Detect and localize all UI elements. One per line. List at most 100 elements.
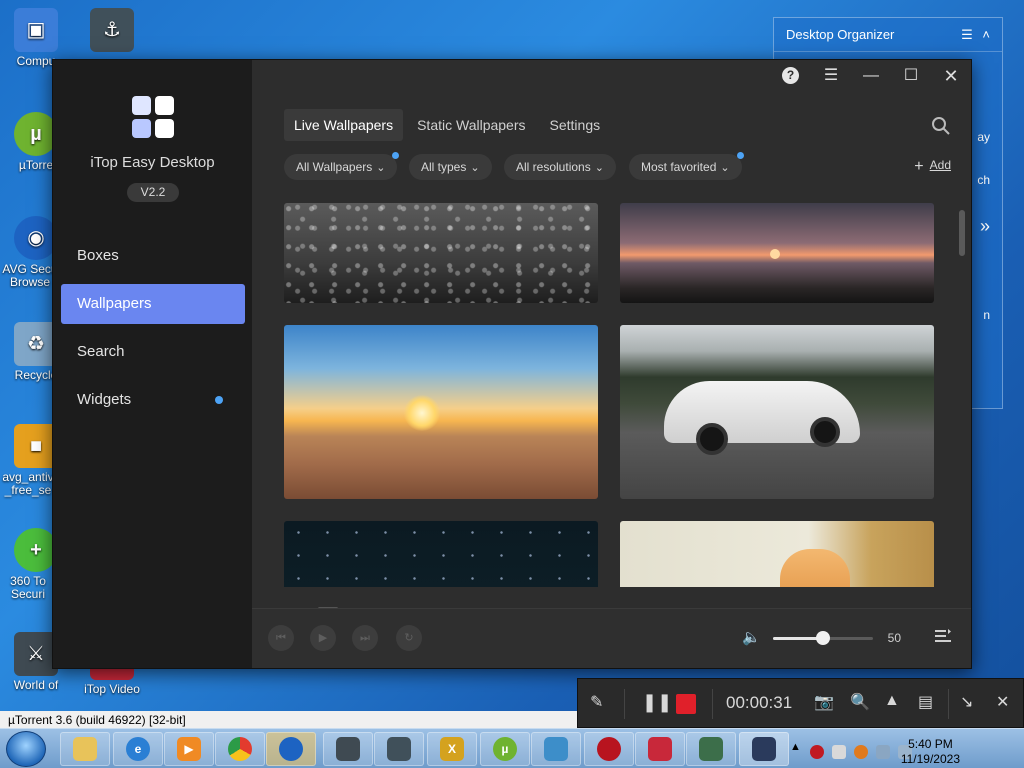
desktop-icon-label: World of xyxy=(13,678,59,692)
taskbar-app-itop-easy-desktop[interactable] xyxy=(739,732,789,766)
menu-icon[interactable]: ☰ xyxy=(819,66,843,86)
camera-icon[interactable]: 📷 xyxy=(814,692,834,712)
wallpaper-thumb-birds-sunset[interactable] xyxy=(620,203,934,303)
menu-icon[interactable]: ☰ xyxy=(961,27,973,42)
taskbar-app-explorer[interactable] xyxy=(60,732,110,766)
pen-icon[interactable]: ✎ xyxy=(590,692,603,712)
organizer-row[interactable]: ay xyxy=(977,130,990,144)
pause-icon[interactable]: ❚❚ xyxy=(642,692,672,713)
taskbar-app-security[interactable] xyxy=(584,732,634,766)
vertical-scrollbar[interactable] xyxy=(959,210,965,256)
sidebar-item-search[interactable]: Search xyxy=(61,332,245,372)
monitor-icon xyxy=(699,737,723,761)
sidebar-item-widgets[interactable]: Widgets xyxy=(61,380,245,420)
taskbar-app-avg-browser[interactable] xyxy=(266,732,316,766)
minimize-recorder-icon[interactable]: ↘ xyxy=(960,692,973,712)
wallpaper-thumb-rain-drops[interactable] xyxy=(284,203,598,303)
chevron-down-icon: ⌄ xyxy=(376,162,386,174)
tab-settings[interactable]: Settings xyxy=(540,109,611,141)
avg-browser-icon xyxy=(279,737,303,761)
play-icon[interactable]: ▶ xyxy=(310,625,336,651)
taskbar-app-ie[interactable]: e xyxy=(113,732,163,766)
control-panel-icon xyxy=(544,737,568,761)
organizer-title: Desktop Organizer xyxy=(786,27,895,42)
desktop-icon-label: iTop Video xyxy=(84,682,140,696)
playlist-icon[interactable] xyxy=(935,629,951,643)
organizer-controls[interactable]: ☰ ˄ xyxy=(961,27,990,43)
tray-app-icon[interactable] xyxy=(854,745,868,759)
organizer-header: Desktop Organizer ☰ ˄ xyxy=(774,18,1002,52)
close-icon[interactable]: ✕ xyxy=(996,692,1009,712)
organizer-row[interactable]: ch xyxy=(977,173,990,187)
zoom-icon[interactable]: 🔍 xyxy=(850,692,870,712)
add-wallpaper-button[interactable]: + Add xyxy=(914,158,951,176)
wallpaper-thumb-kitten[interactable] xyxy=(620,521,934,587)
next-icon[interactable]: ⏭ xyxy=(352,625,378,651)
tray-network-icon[interactable] xyxy=(876,745,890,759)
filter-label: All Wallpapers xyxy=(296,160,373,174)
titlebar: ? ☰ — ☐ ✕ xyxy=(252,60,971,92)
start-button[interactable] xyxy=(6,731,46,767)
maximize-icon[interactable]: ☐ xyxy=(899,66,923,86)
chevron-up-icon[interactable]: ˄ xyxy=(982,27,990,42)
chevron-down-icon: ⌄ xyxy=(470,162,480,174)
comment-icon[interactable]: ▤ xyxy=(918,692,933,712)
volume-slider[interactable] xyxy=(773,631,873,645)
main-panel: ? ☰ — ☐ ✕ Live Wallpapers Static Wallpap… xyxy=(252,60,971,668)
filter-most-favorited[interactable]: Most favorited ⌄ xyxy=(629,152,744,180)
chevron-up-icon[interactable]: ▲ xyxy=(790,741,801,753)
help-icon[interactable]: ? xyxy=(782,67,799,84)
volume-icon[interactable]: 🔈 xyxy=(742,628,761,646)
taskbar-app-game[interactable]: X xyxy=(427,732,477,766)
wallpaper-thumb-night-stars[interactable] xyxy=(284,521,598,587)
organizer-row[interactable]: n xyxy=(983,308,990,322)
desktop-icon-world-of-warships[interactable]: ⚓ xyxy=(76,8,148,55)
loop-icon[interactable]: ↻ xyxy=(396,625,422,651)
previous-icon[interactable]: ⏮ xyxy=(268,625,294,651)
tab-live-wallpapers[interactable]: Live Wallpapers xyxy=(284,109,404,141)
version-badge: V2.2 xyxy=(127,183,179,202)
warships-icon: ⚓ xyxy=(90,8,134,52)
taskbar-clock[interactable]: 5:40 PM 11/19/2023 xyxy=(901,737,960,767)
filter-all-types[interactable]: All types ⌄ xyxy=(409,154,492,180)
tab-static-wallpapers[interactable]: Static Wallpapers xyxy=(407,109,535,141)
volume-slider-knob[interactable] xyxy=(816,631,830,645)
tray-security-icon[interactable] xyxy=(810,745,824,759)
taskbar-app-task-manager[interactable] xyxy=(686,732,736,766)
filter-label: All types xyxy=(421,160,467,174)
sidebar-item-boxes[interactable]: Boxes xyxy=(61,236,245,276)
taskbar-app-media[interactable]: ▶ xyxy=(164,732,214,766)
kitten-shape xyxy=(780,549,850,587)
filter-all-resolutions[interactable]: All resolutions ⌄ xyxy=(504,154,616,180)
computer-icon: ▣ xyxy=(14,8,58,52)
close-icon[interactable]: ✕ xyxy=(939,66,963,86)
utorrent-status-strip: µTorrent 3.6 (build 46922) [32-bit] xyxy=(0,711,577,729)
sun-shape xyxy=(770,249,780,259)
wallpaper-thumb-white-sports-car[interactable] xyxy=(620,325,934,499)
taskbar-app-world-of-warships[interactable] xyxy=(374,732,424,766)
media-player-icon: ▶ xyxy=(177,737,201,761)
utorrent-icon: µ xyxy=(493,737,517,761)
taskbar-app-itop-screen-recorder[interactable] xyxy=(635,732,685,766)
wallpaper-grid xyxy=(284,203,936,587)
stop-button[interactable] xyxy=(676,694,696,714)
app-logo-icon xyxy=(132,96,174,138)
app-logo-icon xyxy=(752,737,776,761)
search-icon[interactable] xyxy=(931,116,951,136)
screen-recorder-icon xyxy=(648,737,672,761)
chevron-down-icon: ⌄ xyxy=(594,162,604,174)
taskbar-app-chrome[interactable] xyxy=(215,732,265,766)
filter-all-wallpapers[interactable]: All Wallpapers ⌄ xyxy=(284,152,400,180)
tray-flag-icon[interactable] xyxy=(832,745,846,759)
taskbar-app-world-of-tanks[interactable] xyxy=(323,732,373,766)
notification-dot xyxy=(392,152,400,159)
security-icon xyxy=(597,737,621,761)
minimize-icon[interactable]: — xyxy=(859,66,883,86)
taskbar-app-control-panel[interactable] xyxy=(531,732,581,766)
organizer-expand-icon[interactable]: » xyxy=(980,216,990,237)
watermark-icon[interactable]: ▲ xyxy=(884,692,900,710)
taskbar-app-utorrent[interactable]: µ xyxy=(480,732,530,766)
player-bar: ⏮ ▶ ⏭ ↻ 🔈 50 xyxy=(252,608,971,668)
sidebar-item-wallpapers[interactable]: Wallpapers xyxy=(61,284,245,324)
wallpaper-thumb-desert-sunset[interactable] xyxy=(284,325,598,499)
